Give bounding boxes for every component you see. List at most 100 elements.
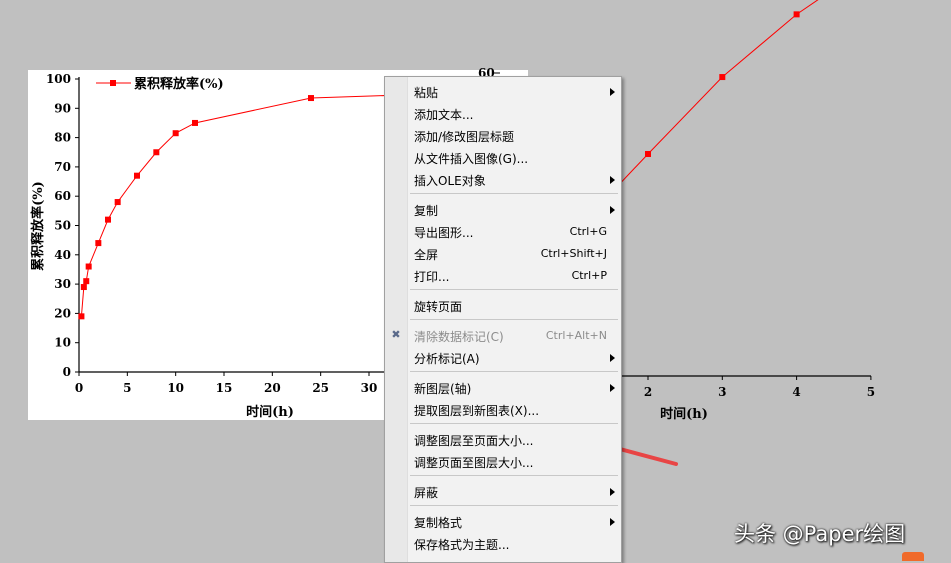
menu-item-insert-ole-object[interactable]: 插入OLE对象 [385, 169, 621, 191]
menu-item-clear-data-markers: 清除数据标记(C) Ctrl+Alt+N ✖ [385, 325, 621, 347]
x-tick-label: 20 [264, 381, 281, 395]
menu-item-copy-format[interactable]: 复制格式 [385, 511, 621, 533]
menu-separator [410, 371, 618, 372]
data-point[interactable] [114, 199, 121, 206]
menu-item-shortcut: Ctrl+P [571, 269, 607, 282]
menu-item-shortcut: Ctrl+G [569, 225, 607, 238]
menu-item-label: 添加/修改图层标题 [414, 130, 515, 144]
menu-separator [410, 193, 618, 194]
menu-item-resize-layer-to-page[interactable]: 调整图层至页面大小... [385, 429, 621, 451]
menu-item-label: 打印... [414, 270, 450, 284]
menu-item-label: 保存格式为主题... [414, 538, 510, 552]
graph2-series-points [645, 11, 800, 157]
submenu-arrow-icon [610, 176, 615, 184]
y-tick-label: 40 [54, 248, 71, 262]
menu-item-label: 调整图层至页面大小... [414, 434, 534, 448]
menu-separator [410, 475, 618, 476]
y-tick-label: 90 [54, 101, 71, 115]
menu-separator [410, 423, 618, 424]
graph1-y-label: 累积释放率(%) [30, 181, 46, 271]
graph1-y-ticks: 0 10 20 30 40 50 60 70 80 90 100 [46, 72, 79, 379]
x-tick-label: 0 [75, 381, 83, 395]
menu-item-paste[interactable]: 粘贴 [385, 81, 621, 103]
x-tick-label: 2 [644, 385, 652, 399]
y-tick-label: 0 [63, 365, 71, 379]
graph2-x-ticks: 2 3 4 5 [644, 376, 875, 399]
x-tick-label: 10 [167, 381, 184, 395]
y-tick-label: 100 [46, 72, 71, 86]
menu-item-label: 粘贴 [414, 86, 439, 100]
y-tick-label: 80 [54, 131, 71, 145]
context-menu[interactable]: 粘贴添加文本... 添加/修改图层标题 从文件插入图像(G)... 插入OLE对象复制… [384, 76, 622, 563]
graph2-series-line [617, 0, 819, 186]
menu-item-export-graph[interactable]: 导出图形... Ctrl+G [385, 221, 621, 243]
data-point[interactable] [80, 284, 87, 291]
data-point[interactable] [105, 216, 111, 223]
y-tick-label: 50 [54, 219, 71, 233]
submenu-arrow-icon [610, 384, 615, 392]
graph1-series-points [78, 92, 401, 320]
menu-item-label: 屏蔽 [414, 486, 439, 500]
graph1-layer: 0 5 10 15 20 25 30 0 10 20 30 40 50 60 70 80 90 100 时间(h… [30, 72, 401, 420]
menu-item-copy[interactable]: 复制 [385, 199, 621, 221]
submenu-arrow-icon [610, 488, 615, 496]
y-tick-label: 20 [54, 306, 71, 320]
data-point[interactable] [95, 240, 102, 247]
menu-item-extract-layer-to-new-graph[interactable]: 提取图层到新图表(X)... [385, 399, 621, 421]
menu-separator [410, 505, 618, 506]
menu-item-analysis-markers[interactable]: 分析标记(A) [385, 347, 621, 369]
menu-item-add-modify-layer-title[interactable]: 添加/修改图层标题 [385, 125, 621, 147]
menu-item-new-layer-axis[interactable]: 新图层(轴) [385, 377, 621, 399]
legend-label: 累积释放率(%) [134, 76, 224, 92]
data-point[interactable] [134, 172, 140, 179]
menu-item-full-screen[interactable]: 全屏 Ctrl+Shift+J [385, 243, 621, 265]
menu-item-label: 清除数据标记(C) [414, 330, 504, 344]
menu-item-insert-image-from-file[interactable]: 从文件插入图像(G)... [385, 147, 621, 169]
menu-item-label: 旋转页面 [414, 300, 463, 314]
clear-markers-icon: ✖ [391, 328, 401, 341]
x-tick-label: 25 [312, 381, 329, 395]
data-point[interactable] [308, 95, 314, 102]
data-point[interactable] [78, 313, 85, 320]
menu-item-rotate-page[interactable]: 旋转页面 [385, 295, 621, 317]
data-point[interactable] [793, 11, 800, 18]
x-tick-label: 5 [867, 385, 875, 399]
menu-item-shortcut: Ctrl+Alt+N [545, 329, 607, 342]
graph1-x-label: 时间(h) [246, 404, 294, 420]
menu-item-label: 添加文本... [414, 108, 474, 122]
menu-item-label: 从文件插入图像(G)... [414, 152, 529, 166]
data-point[interactable] [172, 130, 179, 137]
menu-item-label: 分析标记(A) [414, 352, 480, 366]
x-tick-label: 4 [792, 385, 800, 399]
data-point[interactable] [645, 151, 651, 157]
graph2-x-label: 时间(h) [660, 406, 708, 422]
submenu-arrow-icon [610, 518, 615, 526]
menu-item-mask[interactable]: 屏蔽 [385, 481, 621, 503]
data-point[interactable] [153, 149, 160, 156]
menu-item-label: 复制格式 [414, 516, 463, 530]
data-point[interactable] [85, 263, 92, 270]
menu-item-add-text[interactable]: 添加文本... [385, 103, 621, 125]
menu-item-shortcut: Ctrl+Shift+J [540, 247, 607, 260]
menu-item-save-format-as-theme[interactable]: 保存格式为主题... [385, 533, 621, 555]
menu-item-print[interactable]: 打印... Ctrl+P [385, 265, 621, 287]
legend-marker [110, 80, 116, 86]
data-point[interactable] [192, 119, 198, 126]
data-point[interactable] [719, 74, 726, 81]
menu-item-label: 调整页面至图层大小... [414, 456, 534, 470]
submenu-arrow-icon [610, 206, 615, 214]
x-tick-label: 3 [718, 385, 726, 399]
menu-item-label: 复制 [414, 204, 439, 218]
menu-separator [410, 319, 618, 320]
submenu-arrow-icon [610, 88, 615, 96]
data-point[interactable] [83, 278, 90, 285]
menu-item-label: 全屏 [414, 248, 439, 262]
menu-item-label: 导出图形... [414, 226, 474, 240]
menu-separator [410, 289, 618, 290]
menu-item-label: 提取图层到新图表(X)... [414, 404, 540, 418]
y-tick-label: 10 [54, 336, 71, 350]
menu-item-label: 新图层(轴) [414, 382, 472, 396]
graph1-legend[interactable]: 累积释放率(%) [96, 76, 224, 92]
menu-item-resize-page-to-layer[interactable]: 调整页面至图层大小... [385, 451, 621, 473]
x-tick-label: 15 [216, 381, 233, 395]
